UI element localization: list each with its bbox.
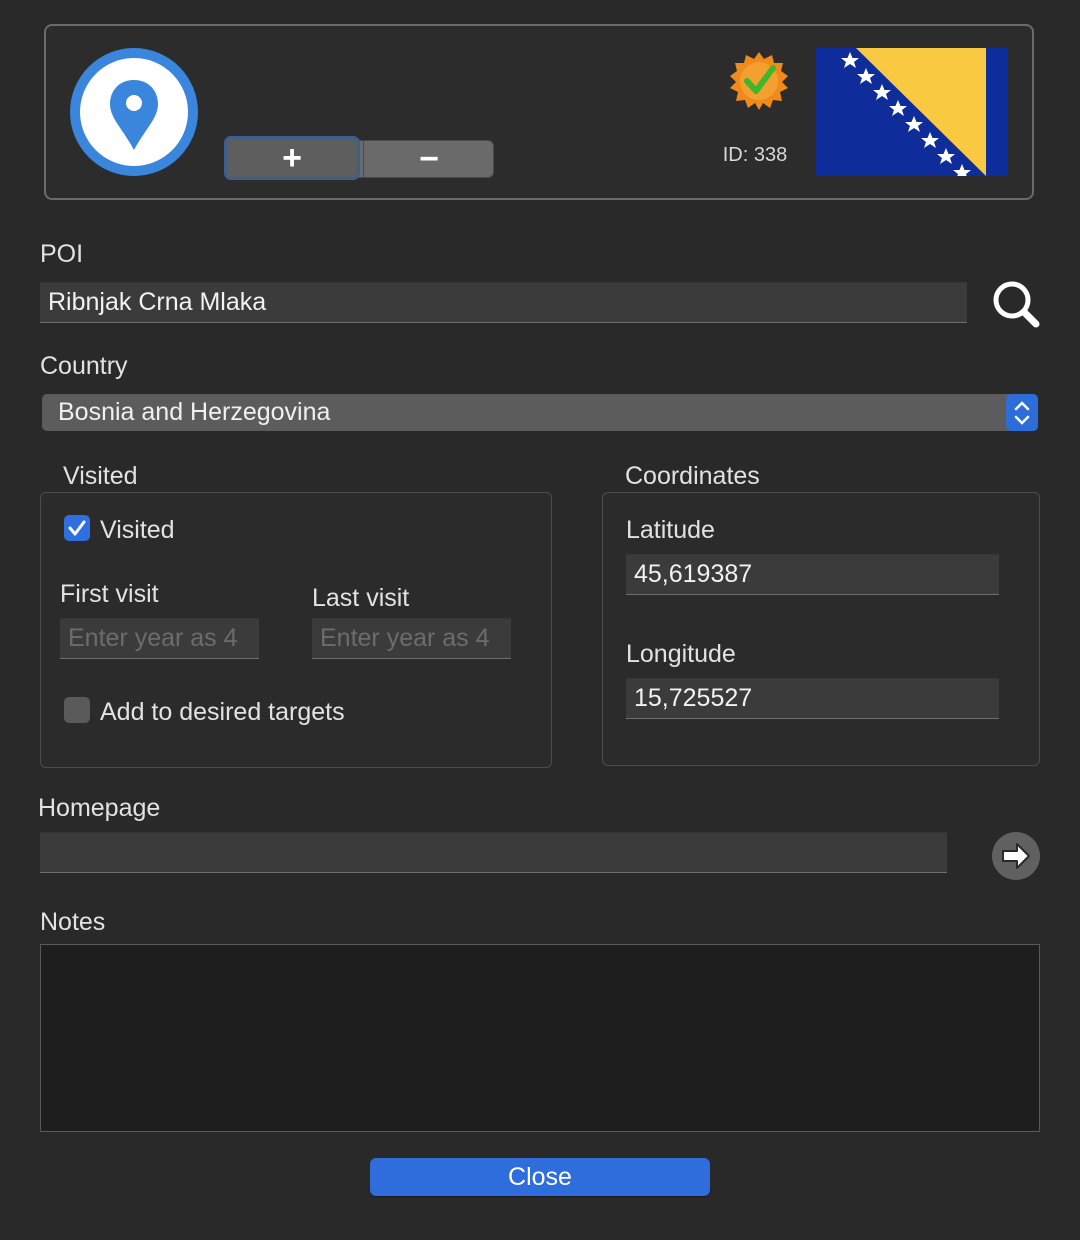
first-visit-field[interactable]: Enter year as 4 [60,618,259,659]
longitude-label: Longitude [626,640,736,668]
homepage-field[interactable] [40,832,947,873]
search-icon[interactable] [988,278,1042,328]
visited-group-title: Visited [63,462,138,490]
poi-label: POI [40,240,84,268]
latitude-label: Latitude [626,516,715,544]
map-pin-icon [70,48,198,176]
desired-targets-checkbox[interactable] [64,697,90,723]
visited-checkbox[interactable] [64,515,90,541]
last-visit-field[interactable]: Enter year as 4 [312,618,511,659]
close-button[interactable]: Close [370,1158,710,1196]
notes-label: Notes [40,908,106,936]
country-select[interactable]: Bosnia and Herzegovina [42,394,1038,431]
homepage-label: Homepage [38,794,161,822]
checkmark-icon [68,520,86,536]
record-id-label: ID: 338 [722,144,788,166]
open-homepage-button[interactable] [992,832,1040,880]
longitude-field[interactable]: 15,725527 [626,678,999,719]
notes-textarea[interactable] [40,944,1040,1132]
remove-button[interactable]: − [363,141,493,177]
visited-checkbox-label: Visited [100,516,175,544]
chevron-up-down-icon [1006,394,1038,431]
desired-targets-label: Add to desired targets [100,698,345,726]
verified-badge-icon [728,50,790,112]
country-selected-value: Bosnia and Herzegovina [58,398,331,426]
add-button[interactable]: + [224,136,360,180]
coordinates-group-title: Coordinates [625,462,760,490]
last-visit-label: Last visit [312,584,410,612]
country-label: Country [40,352,128,380]
first-visit-label: First visit [60,580,159,608]
latitude-field[interactable]: 45,619387 [626,554,999,595]
bosnia-herzegovina-flag-icon [816,48,1008,180]
arrow-right-icon [1002,843,1030,869]
poi-name-field[interactable]: Ribnjak Crna Mlaka [40,282,967,323]
